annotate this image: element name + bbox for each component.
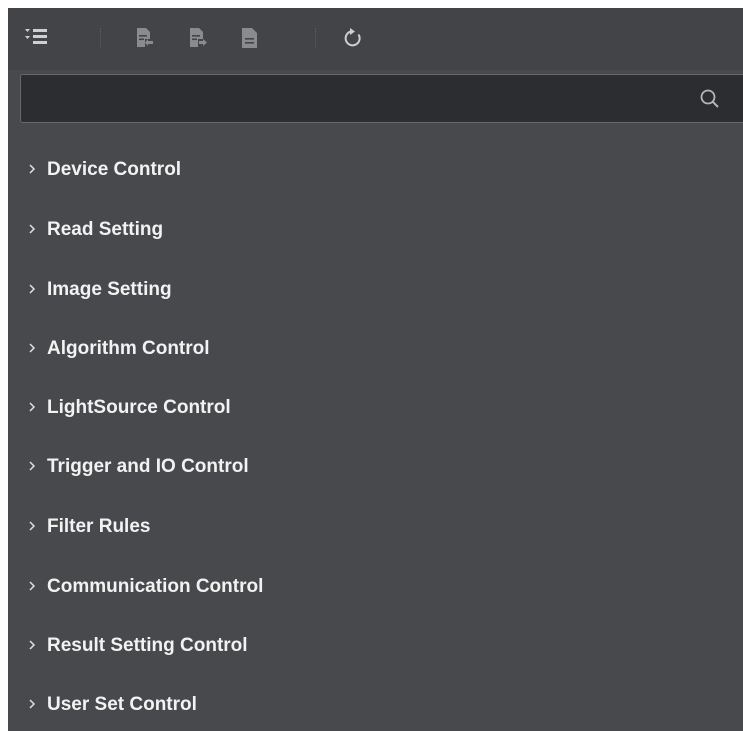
tree-item-read-setting[interactable]: Read Setting (8, 208, 743, 252)
tree-item-algorithm-control[interactable]: Algorithm Control (8, 327, 743, 371)
chevron-right-icon (29, 402, 36, 412)
chevron-right-icon (29, 284, 36, 294)
tree-item-label: Image Setting (47, 279, 172, 300)
toolbar (8, 8, 743, 70)
tree-item-label: Read Setting (47, 219, 164, 240)
export-config-icon[interactable] (186, 26, 210, 50)
chevron-right-icon (29, 699, 36, 709)
toolbar-separator (315, 28, 316, 48)
tree-item-label: Filter Rules (47, 516, 151, 537)
chevron-right-icon (29, 581, 36, 591)
tree-item-device-control[interactable]: Device Control (8, 148, 743, 192)
tree-item-label: LightSource Control (47, 397, 231, 418)
toolbar-separator (100, 28, 101, 48)
tree-item-image-setting[interactable]: Image Setting (8, 268, 743, 312)
import-config-icon[interactable] (133, 26, 157, 50)
document-icon[interactable] (238, 26, 262, 50)
chevron-right-icon (29, 343, 36, 353)
search-box[interactable] (20, 74, 743, 123)
search-icon[interactable] (699, 88, 721, 110)
chevron-right-icon (29, 224, 36, 234)
tree-item-label: Trigger and IO Control (47, 456, 249, 477)
tree-item-label: User Set Control (47, 694, 197, 715)
search-input[interactable] (31, 85, 675, 115)
tree-item-result-setting-control[interactable]: Result Setting Control (8, 624, 743, 668)
tree-item-label: Device Control (47, 159, 182, 180)
tree-item-user-set-control[interactable]: User Set Control (8, 683, 743, 727)
tree-item-lightsource-control[interactable]: LightSource Control (8, 386, 743, 430)
tree-item-trigger-io-control[interactable]: Trigger and IO Control (8, 445, 743, 489)
chevron-right-icon (29, 164, 36, 174)
refresh-icon[interactable] (341, 26, 365, 50)
tree-item-label: Communication Control (47, 576, 264, 597)
chevron-right-icon (29, 640, 36, 650)
expand-collapse-list-icon[interactable] (24, 26, 48, 50)
tree-item-communication-control[interactable]: Communication Control (8, 565, 743, 609)
tree-item-filter-rules[interactable]: Filter Rules (8, 505, 743, 549)
parameter-panel: Device Control Read Setting Image Settin… (8, 8, 743, 731)
tree-item-label: Algorithm Control (47, 338, 210, 359)
chevron-right-icon (29, 461, 36, 471)
tree-item-label: Result Setting Control (47, 635, 248, 656)
chevron-right-icon (29, 521, 36, 531)
